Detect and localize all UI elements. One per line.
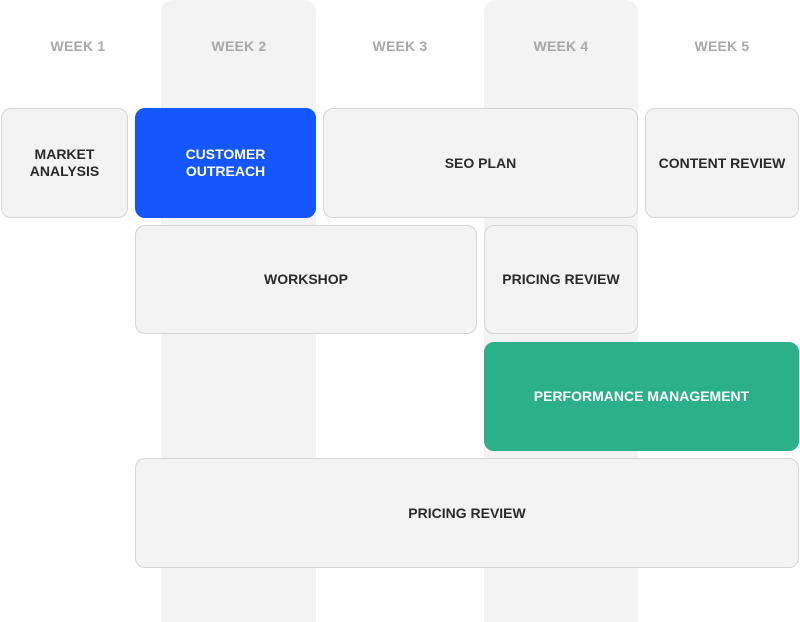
week-4-header: WEEK 4	[533, 38, 589, 54]
week-3-header: WEEK 3	[372, 38, 428, 54]
task-label: MARKET ANALYSIS	[29, 146, 100, 179]
week-1-header: WEEK 1	[50, 38, 106, 54]
task-label: CUSTOMER OUTREACH	[185, 146, 266, 179]
task-label: PRICING REVIEW	[408, 504, 526, 521]
task-content-review[interactable]: CONTENT REVIEW	[645, 108, 799, 218]
week-2-header: WEEK 2	[211, 38, 267, 54]
task-label: PRICING REVIEW	[502, 271, 620, 287]
task-label: SEO PLAN	[444, 154, 517, 171]
week-5-header: WEEK 5	[694, 38, 750, 54]
task-label: CONTENT REVIEW	[658, 154, 786, 171]
task-label: WORKSHOP	[264, 271, 348, 287]
task-performance-management[interactable]: PERFORMANCE MANAGEMENT	[484, 342, 799, 451]
task-workshop[interactable]: WORKSHOP	[135, 225, 477, 334]
task-pricing-review[interactable]: PRICING REVIEW	[484, 225, 638, 334]
task-market-analysis[interactable]: MARKET ANALYSIS	[1, 108, 128, 218]
task-label: PERFORMANCE MANAGEMENT	[533, 388, 750, 404]
task-customer-outreach[interactable]: CUSTOMER OUTREACH	[135, 108, 316, 218]
task-pricing-review-long[interactable]: PRICING REVIEW	[135, 458, 799, 568]
task-seo-plan[interactable]: SEO PLAN	[323, 108, 638, 218]
